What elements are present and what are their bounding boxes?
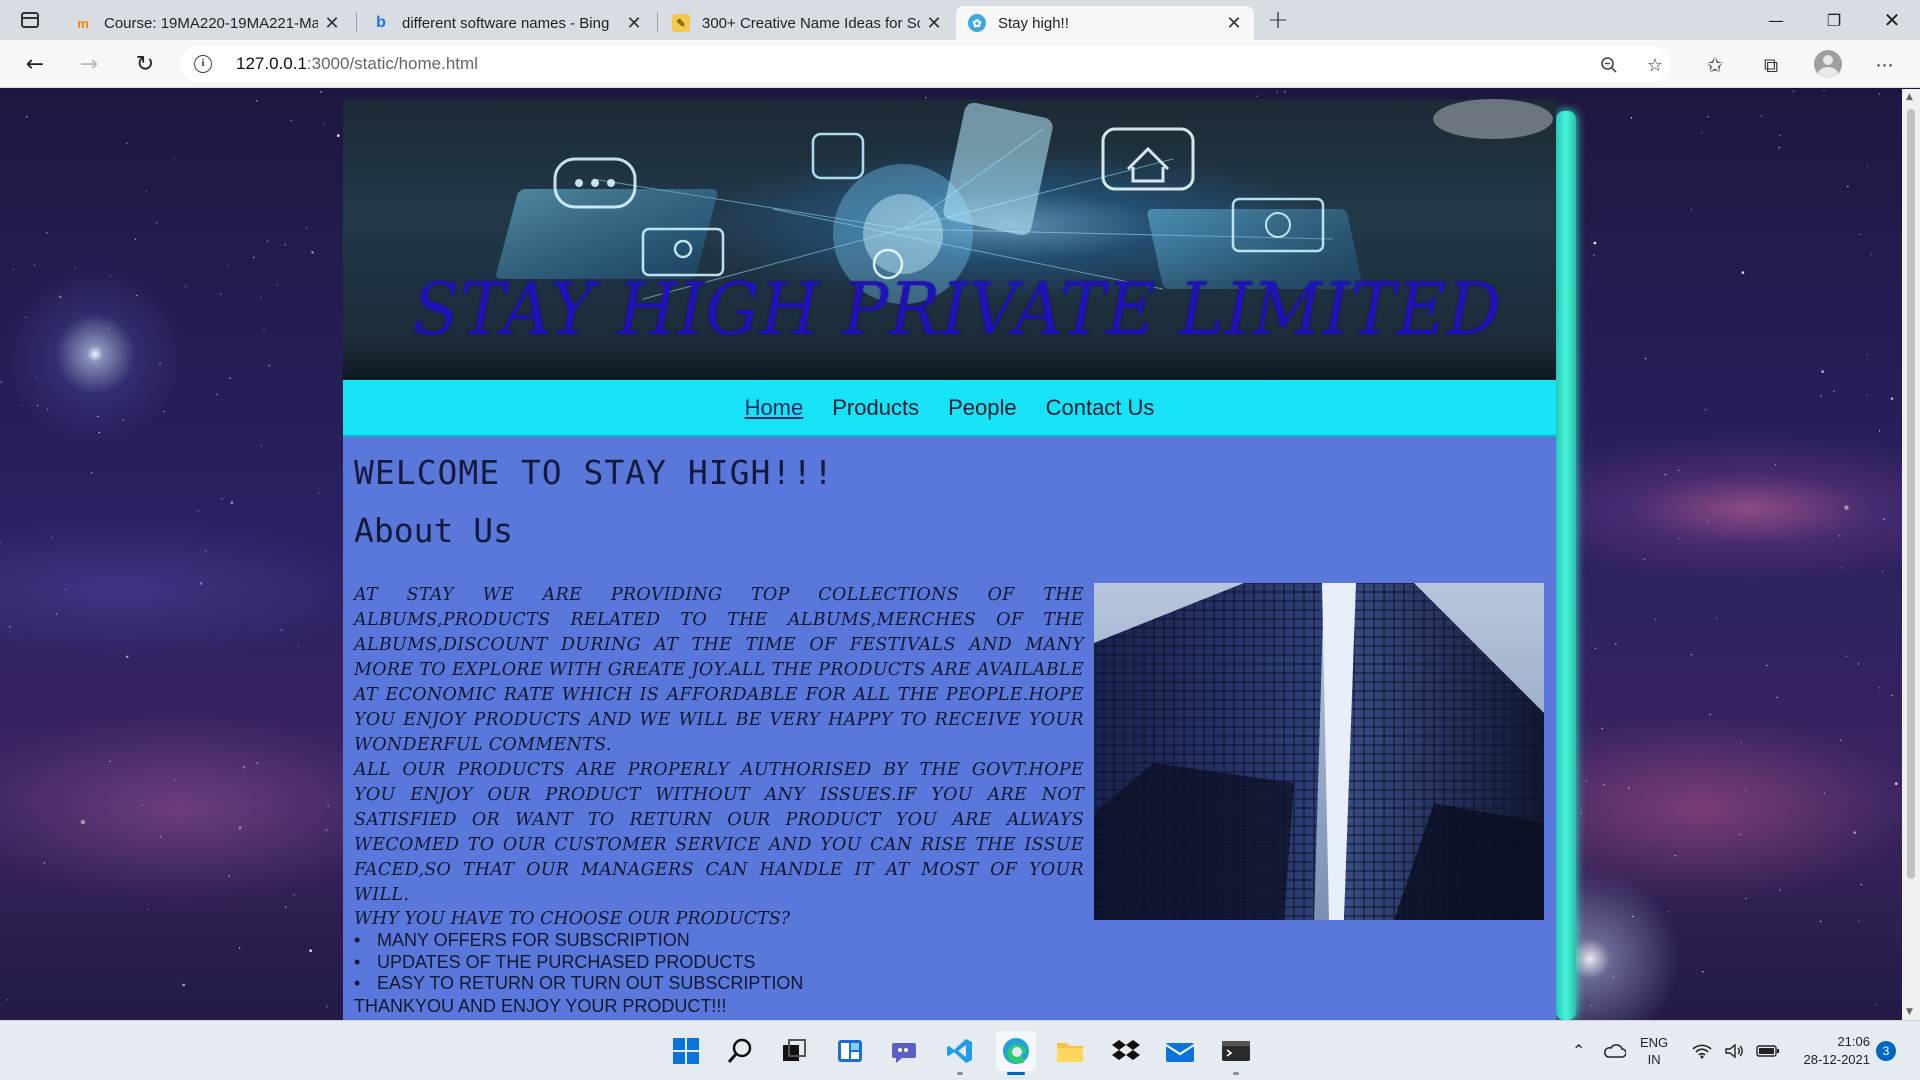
page-viewport: STAY HIGH PRIVATE LIMITED Home Products …: [0, 89, 1920, 1020]
mail-icon[interactable]: [1160, 1031, 1200, 1071]
minimize-icon[interactable]: —: [1748, 0, 1804, 40]
nav-contact-us[interactable]: Contact Us: [1046, 395, 1155, 421]
onedrive-icon[interactable]: [1602, 1021, 1626, 1080]
new-tab-icon[interactable]: +: [1262, 5, 1294, 35]
main-content: WELCOME TO STAY HIGH!!! About Us AT STAY…: [343, 437, 1556, 1020]
about-heading: About Us: [354, 511, 513, 550]
dropbox-icon[interactable]: [1106, 1031, 1146, 1071]
about-paragraph-2: ALL OUR PRODUCTS ARE PROPERLY AUTHORISED…: [354, 760, 1084, 905]
chevron-up-icon[interactable]: ⌃: [1572, 1041, 1585, 1061]
about-text: AT STAY WE ARE PROVIDING TOP COLLECTIONS…: [354, 583, 1084, 908]
start-icon[interactable]: [666, 1031, 706, 1071]
nav-people[interactable]: People: [948, 395, 1017, 421]
list-item: EASY TO RETURN OR TURN OUT SUBSCRIPTION: [354, 973, 803, 995]
scroll-down-icon[interactable]: ▼: [1906, 1007, 1913, 1017]
zoom-icon[interactable]: [1598, 54, 1620, 76]
main-nav: Home Products People Contact Us: [343, 380, 1556, 437]
notification-badge[interactable]: 3: [1876, 1021, 1896, 1080]
close-tab-icon[interactable]: ✕: [620, 9, 648, 37]
edge-icon[interactable]: [996, 1031, 1036, 1075]
website-container: STAY HIGH PRIVATE LIMITED Home Products …: [343, 99, 1556, 1020]
widgets-icon[interactable]: [830, 1031, 870, 1071]
page-icon: ✿: [968, 14, 986, 32]
scroll-thumb[interactable]: [1907, 109, 1915, 879]
wifi-icon: [1692, 1044, 1712, 1059]
close-window-icon[interactable]: ✕: [1864, 0, 1920, 40]
glow-border: [1556, 111, 1576, 1020]
tab-actions-icon[interactable]: [14, 8, 46, 32]
task-view-icon[interactable]: [774, 1031, 814, 1071]
site-info-icon[interactable]: i: [194, 55, 212, 73]
tab-name-ideas[interactable]: ✎ 300+ Creative Name Ideas for Sc ✕: [660, 6, 954, 40]
close-tab-icon[interactable]: ✕: [1220, 9, 1248, 37]
windows-taskbar: ⌃ ENG IN 21:06 28-12-2021 3: [0, 1020, 1920, 1080]
battery-icon: [1756, 1045, 1779, 1057]
moodle-icon: m: [77, 15, 89, 31]
building-image: [1094, 583, 1544, 920]
teams-chat-icon[interactable]: [884, 1031, 924, 1071]
site-icon: ✎: [672, 14, 690, 32]
show-hidden-icons[interactable]: ⌃: [1572, 1021, 1585, 1080]
tab-course[interactable]: m Course: 19MA220-19MA221-Ma ✕: [62, 6, 352, 40]
volume-icon: [1725, 1043, 1743, 1059]
address-field[interactable]: i 127.0.0.1:3000/static/home.html ☆: [180, 46, 1670, 82]
bing-icon: b: [376, 14, 386, 31]
welcome-heading: WELCOME TO STAY HIGH!!!: [354, 453, 834, 492]
clock[interactable]: 21:06 28-12-2021: [1794, 1021, 1871, 1080]
profile-avatar[interactable]: [1814, 50, 1842, 78]
refresh-icon[interactable]: ↻: [128, 48, 162, 80]
nav-home[interactable]: Home: [745, 395, 804, 421]
browser-tab-bar: m Course: 19MA220-19MA221-Ma ✕ b differe…: [0, 0, 1920, 40]
company-title: STAY HIGH PRIVATE LIMITED: [413, 267, 1503, 351]
vertical-scrollbar[interactable]: ▲ ▼: [1902, 89, 1920, 1020]
list-item: MANY OFFERS FOR SUBSCRIPTION: [354, 930, 803, 952]
add-favorite-icon[interactable]: ☆: [1644, 54, 1666, 76]
nav-products[interactable]: Products: [832, 395, 919, 421]
more-menu-icon[interactable]: ⋯: [1870, 50, 1900, 80]
vscode-icon[interactable]: [940, 1031, 980, 1075]
why-heading: WHY YOU HAVE TO CHOOSE OUR PRODUCTS?: [354, 909, 791, 929]
list-item: UPDATES OF THE PURCHASED PRODUCTS: [354, 952, 803, 974]
system-status[interactable]: [1692, 1021, 1780, 1080]
forward-icon[interactable]: →: [72, 48, 106, 80]
scroll-up-icon[interactable]: ▲: [1906, 92, 1913, 102]
about-paragraph-1: AT STAY WE ARE PROVIDING TOP COLLECTIONS…: [354, 585, 1084, 755]
file-explorer-icon[interactable]: [1050, 1031, 1090, 1071]
address-toolbar: ← → ↻ i 127.0.0.1:3000/static/home.html …: [0, 40, 1920, 88]
close-tab-icon[interactable]: ✕: [920, 9, 948, 37]
restore-icon[interactable]: ❐: [1806, 0, 1862, 40]
tab-stay-high[interactable]: ✿ Stay high!! ✕: [956, 6, 1254, 40]
reasons-list: MANY OFFERS FOR SUBSCRIPTION UPDATES OF …: [354, 930, 803, 995]
search-icon[interactable]: [720, 1031, 760, 1071]
terminal-icon[interactable]: [1216, 1031, 1256, 1075]
favorites-icon[interactable]: ✩: [1700, 50, 1730, 80]
collections-icon[interactable]: ⧉: [1756, 50, 1786, 80]
close-tab-icon[interactable]: ✕: [318, 9, 346, 37]
input-language[interactable]: ENG IN: [1640, 1021, 1668, 1080]
thank-you-text: THANKYOU AND ENJOY YOUR PRODUCT!!!: [354, 996, 727, 1016]
back-icon[interactable]: ←: [18, 48, 52, 80]
url-text[interactable]: 127.0.0.1:3000/static/home.html: [236, 54, 478, 74]
header-banner: STAY HIGH PRIVATE LIMITED: [343, 99, 1556, 380]
tab-bing[interactable]: b different software names - Bing ✕: [360, 6, 654, 40]
